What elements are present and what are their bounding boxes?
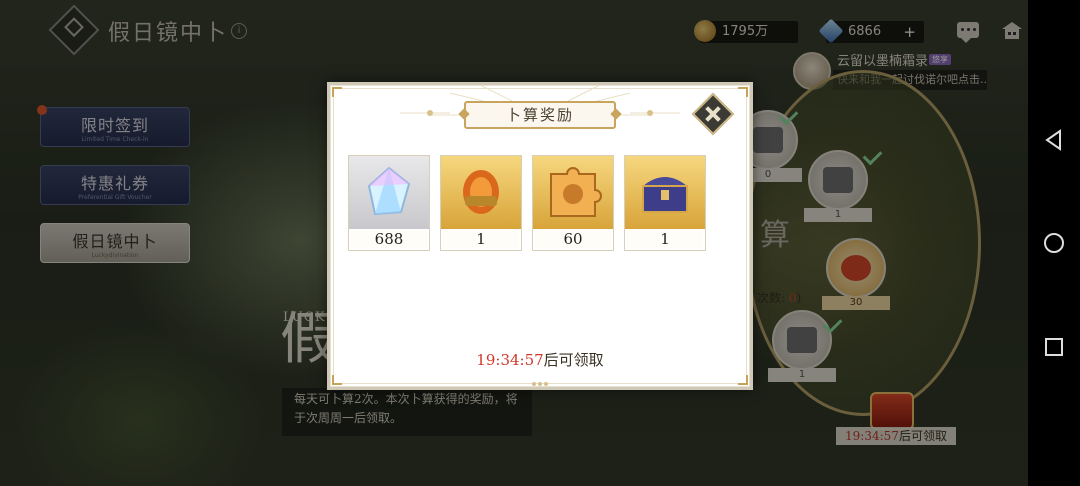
recent-apps-icon[interactable] (1042, 335, 1066, 359)
dialog-title: 卜算奖励 (464, 101, 616, 129)
claim-timer: 19:34:57 (476, 351, 544, 369)
reward-qty: 1 (443, 230, 519, 248)
crystal-icon (349, 156, 429, 229)
puzzle-piece-icon (533, 156, 613, 229)
reward-item[interactable]: 60 (532, 155, 614, 251)
reward-qty: 1 (627, 230, 703, 248)
claim-suffix: 后可领取 (543, 351, 604, 369)
corner-ornament (738, 375, 748, 385)
divider-ornament (532, 382, 548, 386)
corner-ornament (332, 375, 342, 385)
reward-item[interactable]: 688 (348, 155, 430, 251)
amber-ring-icon (441, 156, 521, 229)
reward-qty: 688 (351, 230, 427, 248)
claim-status: 19:34:57后可领取 (330, 349, 750, 370)
home-circle-icon[interactable] (1042, 231, 1066, 255)
back-icon[interactable] (1042, 128, 1066, 152)
reward-dialog: 卜算奖励 688 1 60 1 19:34:57后可领取 (327, 82, 753, 390)
reward-item[interactable]: 1 (624, 155, 706, 251)
system-nav-bar (1028, 0, 1080, 486)
reward-qty: 60 (535, 230, 611, 248)
treasure-chest-icon (625, 156, 705, 229)
reward-item[interactable]: 1 (440, 155, 522, 251)
